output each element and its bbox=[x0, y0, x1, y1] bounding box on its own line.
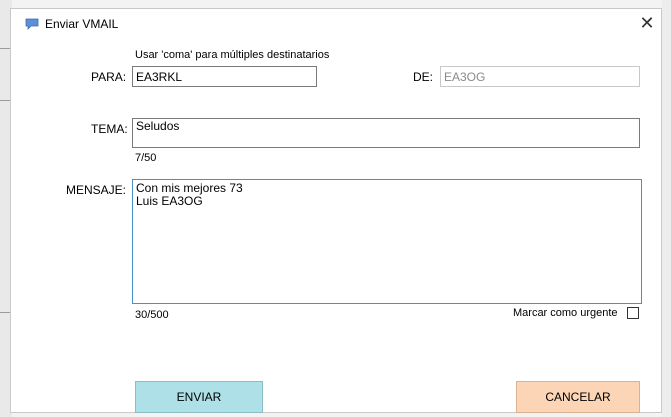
mensaje-label: MENSAJE: bbox=[66, 183, 127, 197]
tema-input[interactable] bbox=[132, 118, 640, 148]
chat-bubble-icon bbox=[25, 18, 39, 30]
de-input[interactable] bbox=[440, 66, 640, 87]
recipients-hint: Usar 'coma' para múltiples destinatarios bbox=[135, 49, 330, 61]
urgent-label: Marcar como urgente bbox=[513, 307, 618, 319]
tema-char-counter: 7/50 bbox=[135, 152, 157, 164]
background-window-edge-right bbox=[662, 0, 671, 417]
close-button[interactable]: ✕ bbox=[637, 13, 657, 33]
close-icon: ✕ bbox=[639, 13, 655, 33]
cancel-button[interactable]: CANCELAR bbox=[516, 381, 640, 413]
tema-label: TEMA: bbox=[91, 122, 128, 136]
window-title: Enviar VMAIL bbox=[45, 17, 119, 31]
mensaje-textarea[interactable]: Con mis mejores 73 Luis EA3OG bbox=[132, 179, 642, 304]
mensaje-char-counter: 30/500 bbox=[135, 309, 169, 321]
title-bar[interactable]: Enviar VMAIL ✕ bbox=[11, 9, 661, 39]
de-label: DE: bbox=[413, 70, 434, 84]
urgent-checkbox[interactable] bbox=[627, 307, 639, 319]
para-input[interactable] bbox=[132, 66, 317, 87]
para-label: PARA: bbox=[91, 70, 127, 84]
send-button[interactable]: ENVIAR bbox=[135, 381, 263, 413]
send-vmail-dialog: Enviar VMAIL ✕ Usar 'coma' para múltiple… bbox=[10, 8, 662, 413]
